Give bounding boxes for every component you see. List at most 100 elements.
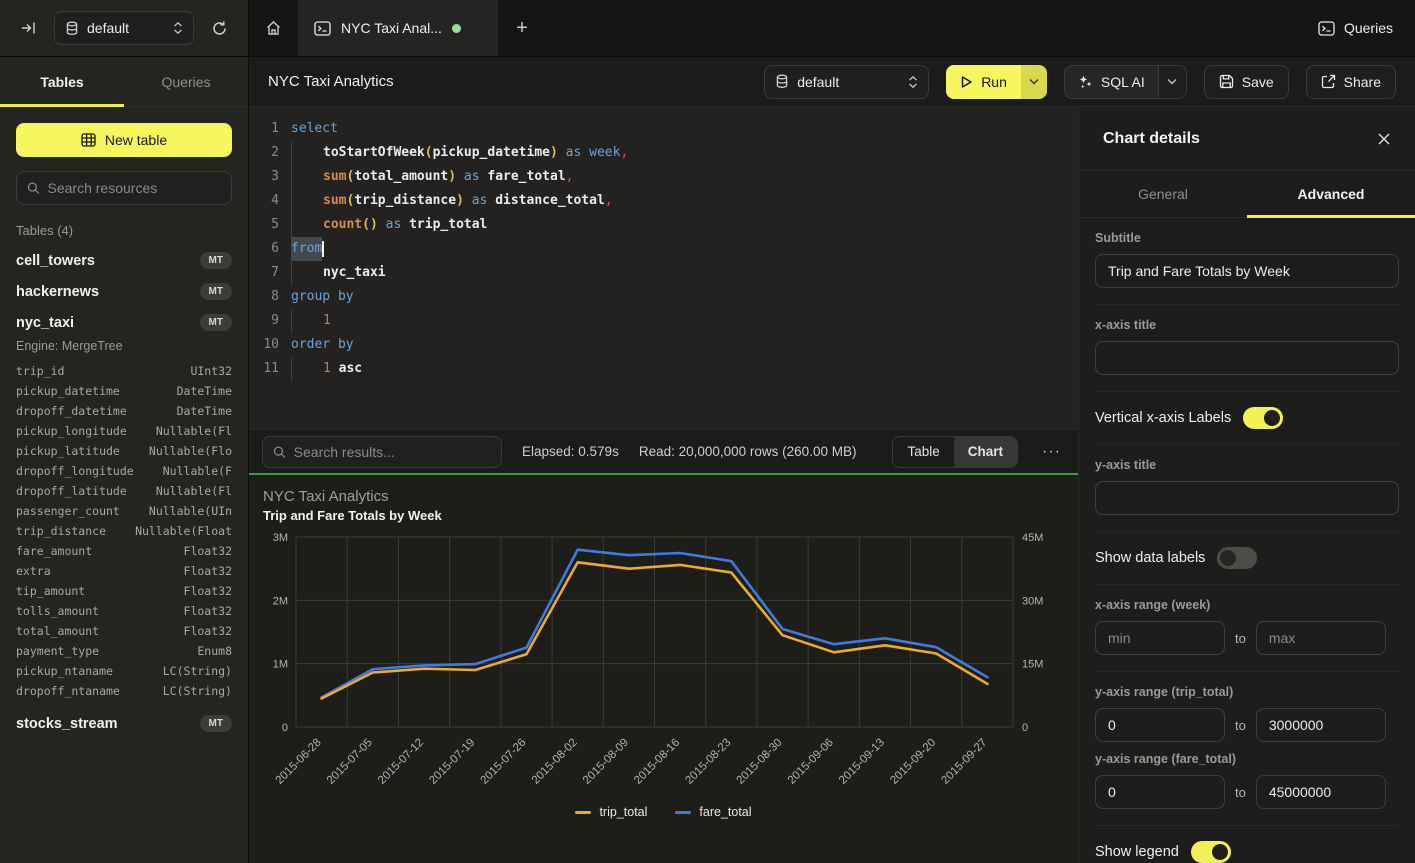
collapse-sidebar-icon[interactable] [14, 13, 44, 43]
close-icon [1377, 132, 1391, 146]
legend-label: fare_total [699, 805, 751, 819]
view-toggle-chart[interactable]: Chart [954, 437, 1017, 467]
svg-text:2015-06-28: 2015-06-28 [274, 737, 324, 787]
subtitle-input[interactable] [1095, 254, 1399, 288]
new-table-button[interactable]: New table [16, 123, 232, 157]
code-line-7[interactable]: 7nyc_taxi [249, 261, 1078, 285]
code-line-10[interactable]: 10order by [249, 333, 1078, 357]
save-button[interactable]: Save [1204, 65, 1289, 99]
results-search[interactable] [262, 436, 502, 468]
run-split-button: Run [946, 65, 1047, 99]
code-line-2[interactable]: 2toStartOfWeek(pickup_datetime) as week, [249, 141, 1078, 165]
y-range-trip-max-input[interactable] [1256, 708, 1386, 742]
refresh-icon[interactable] [204, 13, 234, 43]
column-row: dropoff_latitudeNullable(Fl [16, 481, 232, 501]
sql-ai-options-button[interactable] [1158, 66, 1186, 98]
column-list: trip_idUInt32pickup_datetimeDateTimedrop… [16, 361, 232, 701]
column-row: fare_amountFloat32 [16, 541, 232, 561]
sidebar-tab-queries[interactable]: Queries [124, 57, 248, 106]
legend-label: trip_total [599, 805, 647, 819]
chart-panel: NYC Taxi Analytics Trip and Fare Totals … [249, 475, 1078, 863]
svg-text:0: 0 [1022, 722, 1028, 734]
code-line-6[interactable]: 6from [249, 237, 1078, 261]
terminal-icon [314, 21, 331, 36]
table-item-cell_towers[interactable]: cell_towers MT [16, 252, 232, 269]
code-line-1[interactable]: 1select [249, 117, 1078, 141]
close-panel-button[interactable] [1377, 132, 1391, 146]
vertical-labels-row: Vertical x-axis Labels [1095, 392, 1399, 445]
play-icon [960, 75, 973, 89]
sql-ai-split-button: SQL AI [1064, 65, 1187, 99]
column-row: pickup_datetimeDateTime [16, 381, 232, 401]
new-tab-button[interactable]: + [498, 0, 546, 56]
y-range-trip-min-input[interactable] [1095, 708, 1225, 742]
code-line-11[interactable]: 111 asc [249, 357, 1078, 381]
x-range-max-input[interactable] [1256, 621, 1386, 655]
line-number: 9 [249, 309, 279, 333]
legend-swatch [675, 811, 691, 814]
query-database-select[interactable]: default [764, 65, 929, 99]
subtitle-section: Subtitle [1095, 218, 1399, 305]
legend-item-trip_total[interactable]: trip_total [575, 805, 647, 819]
table-item-stocks_stream[interactable]: stocks_stream MT [16, 715, 232, 732]
code-line-3[interactable]: 3sum(total_amount) as fare_total, [249, 165, 1078, 189]
run-options-button[interactable] [1021, 65, 1047, 99]
table-engine: Engine: MergeTree [16, 339, 232, 353]
svg-text:2015-08-16: 2015-08-16 [632, 737, 682, 787]
view-toggle-table[interactable]: Table [893, 437, 953, 467]
legend-item-fare_total[interactable]: fare_total [675, 805, 751, 819]
code-line-4[interactable]: 4sum(trip_distance) as distance_total, [249, 189, 1078, 213]
sidebar: Tables Queries New table Tables (4) cell… [0, 57, 249, 863]
column-row: pickup_ntanameLC(String) [16, 661, 232, 681]
queries-button[interactable]: Queries [1318, 20, 1393, 36]
x-range-min-input[interactable] [1095, 621, 1225, 655]
tab-general[interactable]: General [1079, 171, 1247, 217]
resource-search[interactable] [16, 171, 232, 205]
data-labels-row: Show data labels [1095, 532, 1399, 585]
x-axis-title-section: x-axis title [1095, 305, 1399, 392]
app-window: default NYC Taxi Anal... + Queries [0, 0, 1415, 863]
tab-advanced[interactable]: Advanced [1247, 171, 1415, 217]
home-button[interactable] [249, 0, 298, 56]
more-options-button[interactable]: ··· [1038, 443, 1065, 461]
vertical-labels-toggle[interactable] [1243, 407, 1283, 429]
line-number: 8 [249, 285, 279, 309]
code-lines: 1select2toStartOfWeek(pickup_datetime) a… [249, 117, 1078, 381]
show-legend-toggle[interactable] [1191, 841, 1231, 863]
line-number: 4 [249, 189, 279, 213]
y-range-trip-label: y-axis range (trip_total) [1095, 685, 1399, 699]
chevron-down-icon [1167, 78, 1177, 85]
resource-search-input[interactable] [48, 180, 221, 196]
share-icon [1321, 74, 1336, 89]
run-button[interactable]: Run [946, 65, 1021, 99]
database-icon [65, 21, 79, 36]
y-range-fare-min-input[interactable] [1095, 775, 1225, 809]
sidebar-tab-tables[interactable]: Tables [0, 57, 124, 106]
share-button[interactable]: Share [1306, 65, 1396, 99]
tab-nyc-taxi-analytics[interactable]: NYC Taxi Anal... [298, 0, 498, 56]
sql-ai-button[interactable]: SQL AI [1065, 66, 1158, 98]
sql-editor[interactable]: 1select2toStartOfWeek(pickup_datetime) a… [249, 107, 1078, 429]
y-axis-title-input[interactable] [1095, 481, 1399, 515]
code-line-5[interactable]: 5count() as trip_total [249, 213, 1078, 237]
table-item-hackernews[interactable]: hackernews MT [16, 283, 232, 300]
code-line-9[interactable]: 91 [249, 309, 1078, 333]
chart-details-tabs: General Advanced [1079, 171, 1415, 218]
table-item-nyc_taxi[interactable]: nyc_taxi MT [16, 314, 232, 331]
save-icon [1219, 74, 1234, 89]
y-range-fare-max-input[interactable] [1256, 775, 1386, 809]
column-row: pickup_latitudeNullable(Flo [16, 441, 232, 461]
database-select[interactable]: default [54, 11, 194, 45]
column-row: trip_distanceNullable(Float [16, 521, 232, 541]
svg-text:2015-08-23: 2015-08-23 [683, 737, 733, 787]
svg-text:2015-07-05: 2015-07-05 [325, 737, 375, 787]
code-line-8[interactable]: 8group by [249, 285, 1078, 309]
data-labels-toggle[interactable] [1217, 547, 1257, 569]
x-axis-range-label: x-axis range (week) [1095, 598, 1399, 612]
results-search-input[interactable] [294, 444, 491, 460]
svg-text:1M: 1M [273, 659, 288, 671]
line-number: 6 [249, 237, 279, 261]
y-axis-title-section: y-axis title [1095, 445, 1399, 532]
search-icon [27, 181, 40, 195]
x-axis-title-input[interactable] [1095, 341, 1399, 375]
